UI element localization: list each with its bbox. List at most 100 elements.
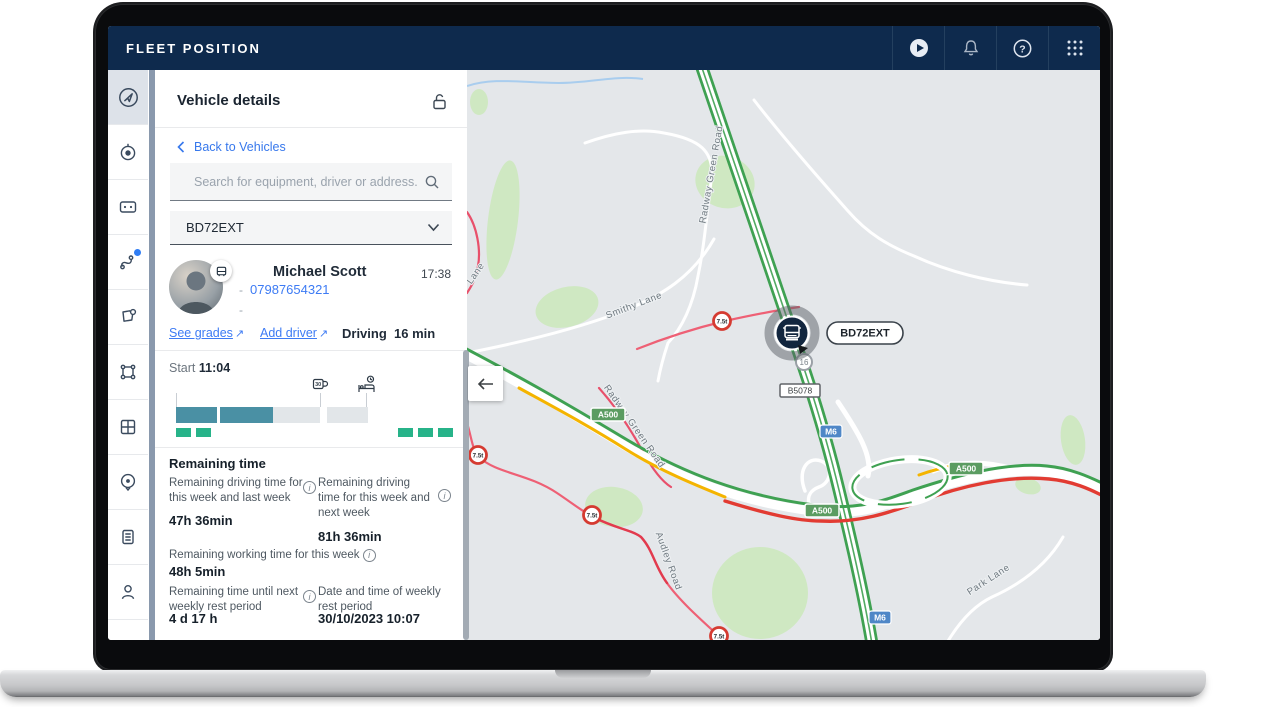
vehicle-id: BD72EXT (186, 220, 244, 235)
svg-text:7.5t: 7.5t (587, 513, 598, 520)
stage: FLEET POSITION ? (0, 0, 1280, 707)
driver-name: Michael Scott (273, 264, 366, 280)
collapse-panel-button[interactable] (468, 366, 503, 401)
apps-grid-icon (1066, 39, 1084, 57)
timeline-segment (368, 407, 452, 423)
map[interactable]: Radway Green Road Radway Green Road Smit… (467, 70, 1100, 640)
timeline-segment (220, 407, 273, 423)
divider (155, 447, 467, 448)
search-icon[interactable] (424, 174, 440, 190)
timeline-segment (273, 407, 320, 423)
stat-value: 30/10/2023 10:07 (318, 611, 420, 626)
activity-square (196, 428, 211, 437)
sidebar-item-target[interactable] (108, 125, 148, 180)
chevron-down-icon (427, 223, 440, 232)
sidebar-item-location[interactable] (108, 455, 148, 510)
add-driver-link[interactable]: Add driver↗ (260, 326, 328, 340)
timeline-bar[interactable]: 30 (176, 407, 452, 423)
laptop-scoop (555, 670, 651, 678)
info-icon[interactable] (303, 590, 316, 603)
app-title: FLEET POSITION (126, 41, 261, 56)
timeline-tick (320, 393, 321, 407)
notifications-button[interactable] (944, 26, 996, 70)
sidebar (108, 70, 148, 640)
svg-text:BD72EXT: BD72EXT (840, 328, 890, 340)
svg-text:7.5t: 7.5t (473, 453, 484, 460)
sidebar-item-report[interactable] (108, 510, 148, 565)
stat-value: 4 d 17 h (169, 611, 217, 626)
timeline-tick (176, 393, 177, 407)
back-to-vehicles-link[interactable]: Back to Vehicles (177, 140, 286, 154)
sidebar-item-geofence[interactable] (108, 290, 148, 345)
help-icon: ? (1012, 38, 1033, 59)
remaining-time-heading: Remaining time (169, 456, 266, 471)
map-canvas: Radway Green Road Radway Green Road Smit… (467, 70, 1100, 640)
app-header: FLEET POSITION ? (108, 26, 1100, 70)
svg-text:?: ? (1019, 43, 1025, 55)
play-button[interactable] (892, 26, 944, 70)
svg-text:7.5t: 7.5t (717, 319, 728, 326)
svg-text:30: 30 (315, 382, 321, 388)
timeline-segment (327, 407, 368, 423)
search-input[interactable] (170, 174, 424, 190)
area-select-icon (118, 362, 138, 382)
timeline-segment (176, 407, 217, 423)
sidebar-item-route[interactable] (108, 235, 148, 290)
unlock-icon[interactable] (432, 93, 447, 115)
timeline-squares (176, 428, 452, 437)
see-grades-link[interactable]: See grades↗ (169, 326, 244, 340)
svg-text:M6: M6 (874, 613, 886, 623)
activity-square (418, 428, 433, 437)
svg-text:A500: A500 (812, 506, 833, 516)
apps-button[interactable] (1048, 26, 1100, 70)
m6-shield: M6 (869, 611, 891, 624)
dash: - (239, 303, 243, 317)
panel-title: Vehicle details (177, 92, 280, 109)
navigation-icon (118, 87, 139, 108)
dash: - (239, 283, 243, 297)
driving-duration: 16 min (394, 326, 435, 341)
a500-shield: A500 (591, 408, 625, 421)
sidebar-item-grid[interactable] (108, 400, 148, 455)
svg-text:A500: A500 (598, 410, 619, 420)
bell-icon (961, 38, 981, 58)
vehicle-map-label[interactable]: BD72EXT (827, 322, 903, 344)
external-link-icon: ↗ (235, 327, 244, 340)
grid-icon (118, 417, 138, 437)
timeline-segment (320, 407, 327, 423)
back-label: Back to Vehicles (194, 140, 286, 154)
info-icon[interactable] (438, 489, 451, 502)
divider (155, 127, 467, 128)
stat-label: Remaining driving time for this week and… (318, 476, 434, 522)
sidebar-item-area-select[interactable] (108, 345, 148, 400)
stat-value: 81h 36min (318, 529, 382, 544)
sidebar-item-tachograph[interactable] (108, 180, 148, 235)
driver-icon (118, 582, 138, 602)
info-icon[interactable] (303, 481, 316, 494)
chevron-left-icon (177, 141, 185, 153)
vehicle-marker[interactable] (769, 310, 815, 356)
help-button[interactable]: ? (996, 26, 1048, 70)
stat-value: 48h 5min (169, 564, 225, 579)
driver-phone-link[interactable]: 07987654321 (250, 282, 330, 297)
sidebar-item-navigation[interactable] (108, 70, 148, 125)
external-link-icon: ↗ (319, 327, 328, 340)
report-icon (118, 527, 138, 547)
app-screen: FLEET POSITION ? (108, 26, 1100, 640)
tachograph-icon (118, 197, 138, 217)
geofence-icon (118, 307, 138, 327)
a500-shield: A500 (805, 504, 839, 517)
header-icons: ? (892, 26, 1100, 70)
vehicle-details-panel: Vehicle details Back to Vehicles (155, 70, 467, 640)
search-box (170, 163, 452, 201)
m6-shield: M6 (820, 425, 842, 438)
vehicle-selector[interactable]: BD72EXT (170, 211, 452, 245)
activity-square (398, 428, 413, 437)
arrow-left-icon (477, 377, 494, 391)
target-icon (118, 142, 138, 162)
svg-text:16: 16 (800, 358, 809, 367)
driving-status: Driving 16 min (342, 326, 435, 341)
stat-value: 47h 36min (169, 513, 233, 528)
sidebar-item-driver[interactable] (108, 565, 148, 620)
info-icon[interactable] (363, 549, 376, 562)
